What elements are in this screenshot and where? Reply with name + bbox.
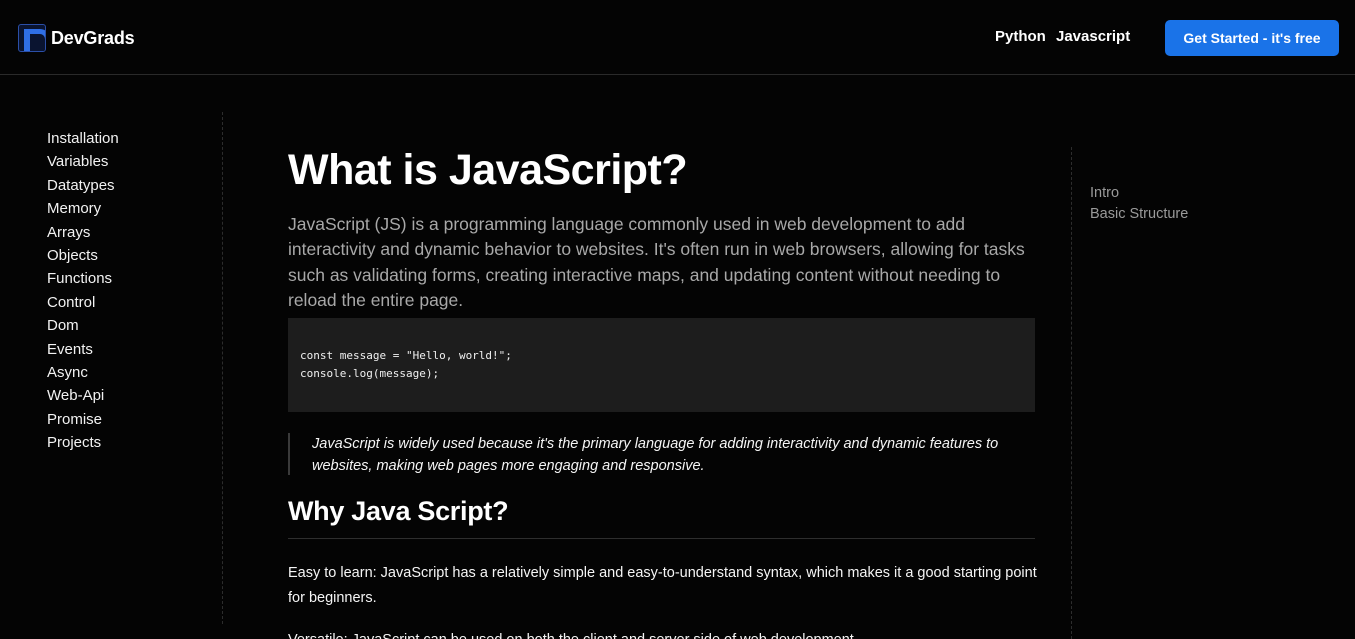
sidebar-item-objects[interactable]: Objects <box>47 246 119 269</box>
nav-link-javascript[interactable]: Javascript <box>1056 28 1130 45</box>
sidebar-item-async[interactable]: Async <box>47 363 119 386</box>
sidebar: Installation Variables Datatypes Memory … <box>0 112 223 624</box>
devgrads-logo-icon <box>18 24 46 52</box>
get-started-button[interactable]: Get Started - it's free <box>1165 20 1339 56</box>
sidebar-item-promise[interactable]: Promise <box>47 410 119 433</box>
sidebar-item-memory[interactable]: Memory <box>47 199 119 222</box>
sidebar-item-arrays[interactable]: Arrays <box>47 223 119 246</box>
sidebar-item-datatypes[interactable]: Datatypes <box>47 176 119 199</box>
toc-item-intro[interactable]: Intro <box>1090 183 1188 204</box>
sidebar-item-dom[interactable]: Dom <box>47 316 119 339</box>
sidebar-item-variables[interactable]: Variables <box>47 152 119 175</box>
page-title: What is JavaScript? <box>288 146 688 194</box>
code-line: console.log(message); <box>300 367 440 380</box>
code-line: const message = "Hello, world!"; <box>300 349 512 362</box>
sidebar-item-projects[interactable]: Projects <box>47 433 119 456</box>
intro-paragraph: JavaScript (JS) is a programming languag… <box>288 214 1025 310</box>
sidebar-item-web-api[interactable]: Web-Api <box>47 386 119 409</box>
section-heading-why-javascript: Why Java Script? <box>288 496 1035 539</box>
toc-item-basic-structure[interactable]: Basic Structure <box>1090 204 1188 225</box>
sidebar-item-installation[interactable]: Installation <box>47 129 119 152</box>
brand-logo[interactable]: DevGrads <box>18 24 135 52</box>
versatile-paragraph: Versatile: JavaScript can be used on bot… <box>288 628 1035 639</box>
code-block[interactable]: const message = "Hello, world!"; console… <box>288 318 1035 412</box>
brand-name: DevGrads <box>51 27 135 48</box>
table-of-contents: Intro Basic Structure <box>1071 147 1355 639</box>
sidebar-item-control[interactable]: Control <box>47 293 119 316</box>
sidebar-item-events[interactable]: Events <box>47 340 119 363</box>
sidebar-menu: Installation Variables Datatypes Memory … <box>47 129 119 456</box>
top-header: DevGrads Python Javascript Get Started -… <box>0 0 1355 75</box>
nav-link-python[interactable]: Python <box>995 28 1046 45</box>
toc-list: Intro Basic Structure <box>1090 183 1188 225</box>
blockquote: JavaScript is widely used because it's t… <box>288 433 1035 475</box>
easy-to-learn-paragraph: Easy to learn: JavaScript has a relative… <box>288 565 1037 606</box>
sidebar-item-functions[interactable]: Functions <box>47 269 119 292</box>
